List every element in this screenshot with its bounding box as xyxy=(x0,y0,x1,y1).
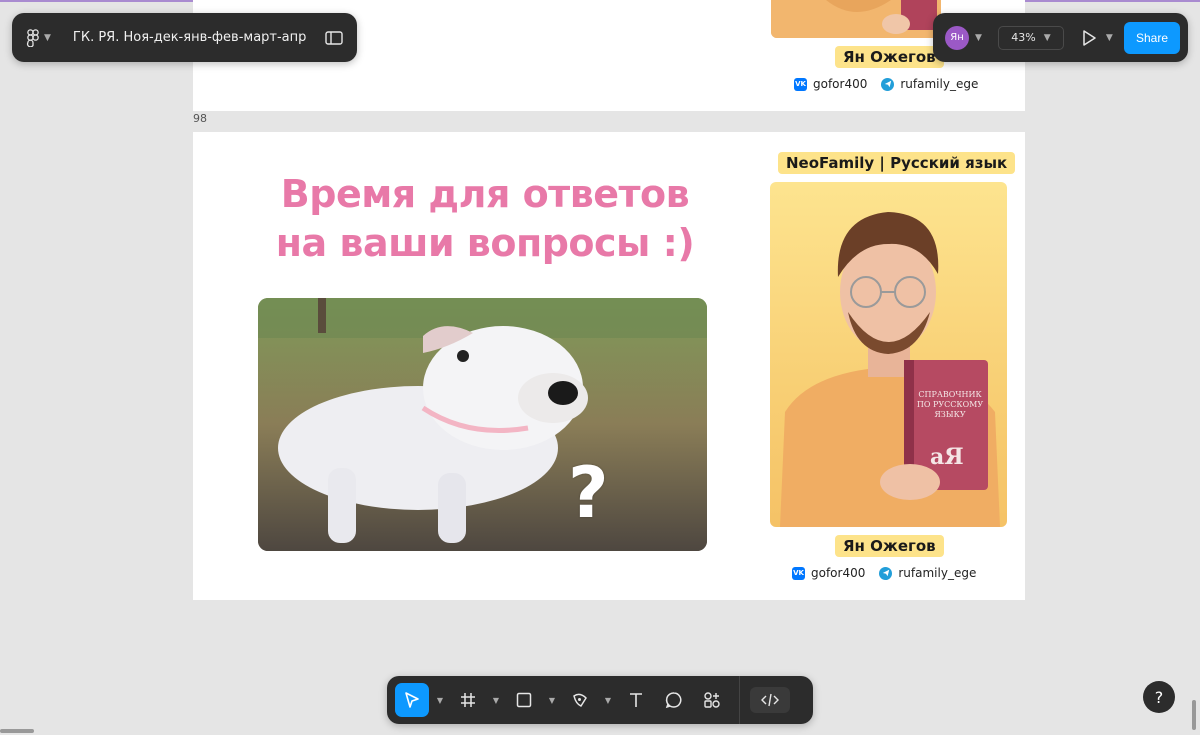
actions-grid-icon xyxy=(704,692,720,708)
slide-headline: Время для ответов на ваши вопросы :) xyxy=(255,170,715,268)
sidebar-toggle-icon xyxy=(325,30,343,45)
social-links: VK gofor400 rufamily_ege xyxy=(794,77,978,91)
teacher-name-tag: Ян Ожегов xyxy=(835,535,944,557)
book-title: СПРАВОЧНИК ПО РУССКОМУ ЯЗЫКУ xyxy=(916,390,984,419)
frame-tool-button[interactable] xyxy=(451,683,485,717)
chevron-down-icon[interactable]: ▼ xyxy=(975,33,982,43)
comment-tool-button[interactable] xyxy=(657,683,691,717)
avatar[interactable]: Ян xyxy=(945,25,969,50)
share-button[interactable]: Share xyxy=(1124,21,1180,54)
brand-tag: NeoFamily | Русский язык xyxy=(778,152,1016,174)
vk-handle: gofor400 xyxy=(811,566,866,580)
file-panel: ▼ ГК. РЯ. Ноя-дек-янв-фев-март-апр xyxy=(12,13,357,62)
toolbar-divider xyxy=(739,676,740,724)
teacher-photo: СПРАВОЧНИК ПО РУССКОМУ ЯЗЫКУ аЯ xyxy=(770,182,1007,527)
dev-mode-toggle[interactable] xyxy=(750,687,790,713)
play-icon xyxy=(1083,29,1096,46)
social-links: VK gofor400 rufamily_ege xyxy=(792,566,976,580)
chevron-down-icon[interactable]: ▼ xyxy=(601,696,615,705)
vk-link[interactable]: VK gofor400 xyxy=(794,77,867,91)
vk-icon: VK xyxy=(794,77,807,91)
sidebar-toggle-button[interactable] xyxy=(325,30,343,45)
chevron-down-icon[interactable]: ▼ xyxy=(489,696,503,705)
shape-tool-button[interactable] xyxy=(507,683,541,717)
telegram-handle: rufamily_ege xyxy=(898,566,977,580)
zoom-level: 43% xyxy=(1011,31,1036,44)
book-letters: аЯ xyxy=(930,444,964,470)
pen-tool-button[interactable] xyxy=(563,683,597,717)
text-tool-button[interactable] xyxy=(619,683,653,717)
slide-frame-98[interactable]: Время для ответов на ваши вопросы :) ? N… xyxy=(193,132,1025,600)
share-panel: Ян ▼ 43% ▼ ▼ Share xyxy=(933,13,1188,62)
help-button[interactable]: ? xyxy=(1143,681,1175,713)
rectangle-icon xyxy=(516,692,532,708)
chevron-down-icon[interactable]: ▼ xyxy=(1106,33,1113,43)
zoom-dropdown[interactable]: 43% ▼ xyxy=(997,25,1064,50)
tools-toolbar: ▼ ▼ ▼ ▼ xyxy=(387,676,813,724)
teacher-photo-partial xyxy=(771,0,941,38)
vertical-scrollbar[interactable] xyxy=(1192,700,1196,730)
code-icon xyxy=(761,693,779,707)
telegram-link[interactable]: rufamily_ege xyxy=(881,77,978,91)
comment-bubble-icon xyxy=(665,692,682,709)
horizontal-scrollbar[interactable] xyxy=(0,729,34,733)
move-tool-button[interactable] xyxy=(395,683,429,717)
telegram-icon xyxy=(879,566,893,580)
text-icon xyxy=(630,693,642,707)
headline-line-1: Время для ответов xyxy=(280,172,690,216)
frame-number-label: 98 xyxy=(193,112,207,125)
chevron-down-icon: ▼ xyxy=(1043,32,1051,43)
vk-handle: gofor400 xyxy=(813,77,868,91)
headline-line-2: на ваши вопросы :) xyxy=(275,221,695,265)
main-menu-button[interactable]: ▼ xyxy=(26,28,51,47)
dog-meme-image: ? xyxy=(258,298,707,551)
vk-link[interactable]: VK gofor400 xyxy=(792,566,865,580)
frame-hash-icon xyxy=(461,693,475,707)
present-button[interactable] xyxy=(1082,29,1096,46)
pen-icon xyxy=(573,693,587,707)
cursor-arrow-icon xyxy=(405,692,419,708)
figma-logo-icon xyxy=(26,28,39,47)
actions-tool-button[interactable] xyxy=(695,683,729,717)
file-title[interactable]: ГК. РЯ. Ноя-дек-янв-фев-март-апр xyxy=(73,30,306,45)
question-mark-overlay: ? xyxy=(568,452,609,534)
telegram-link[interactable]: rufamily_ege xyxy=(879,566,976,580)
vk-icon: VK xyxy=(792,566,805,580)
chevron-down-icon[interactable]: ▼ xyxy=(433,696,447,705)
telegram-handle: rufamily_ege xyxy=(900,77,979,91)
teacher-name-tag: Ян Ожегов xyxy=(835,46,944,68)
chevron-down-icon[interactable]: ▼ xyxy=(545,696,559,705)
telegram-icon xyxy=(881,77,895,91)
chevron-down-icon: ▼ xyxy=(44,32,51,43)
